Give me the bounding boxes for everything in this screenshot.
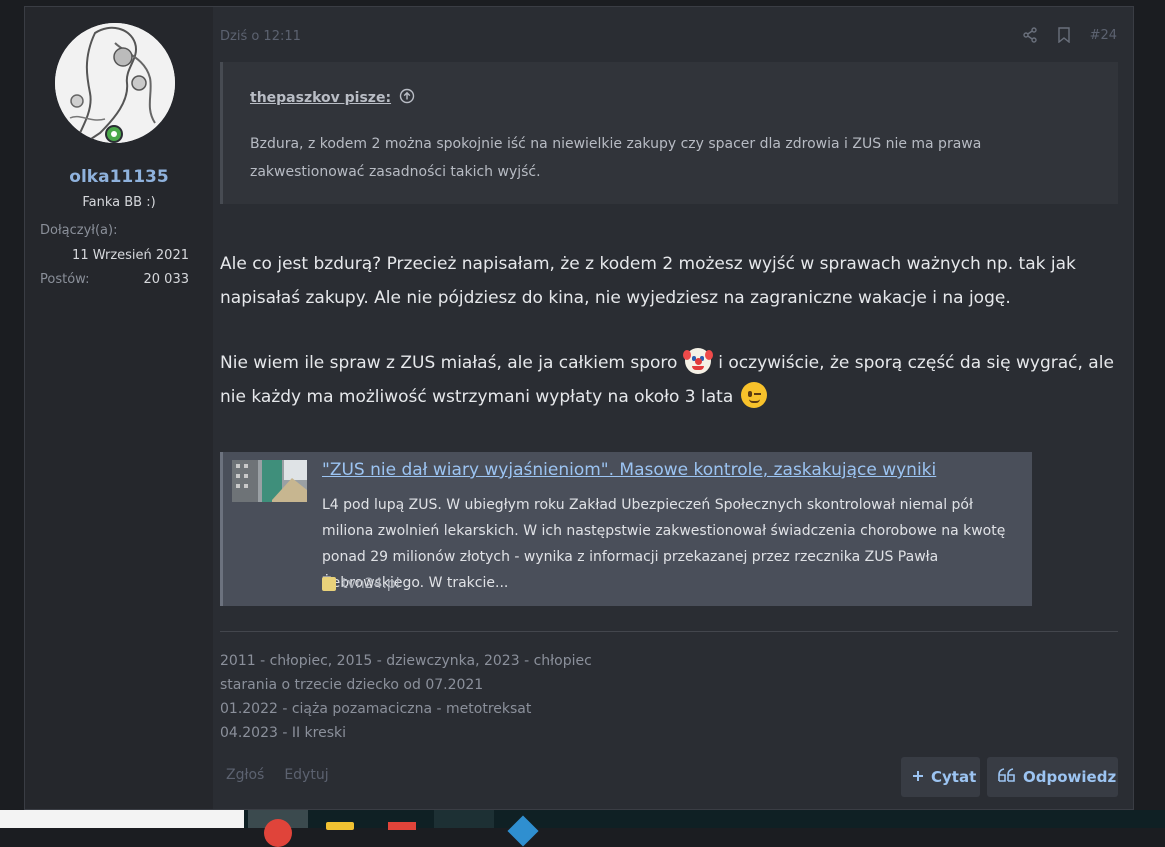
posts-value: 20 033 xyxy=(143,272,190,287)
forum-post: olka11135 Fanka BB :) Dołączył(a): 11 Wr… xyxy=(24,6,1134,810)
quote-button[interactable]: Cytat xyxy=(901,757,980,797)
signature-line: 01.2022 - ciąża pozamaciczna - metotreks… xyxy=(220,701,532,717)
online-status-icon xyxy=(105,125,123,143)
post-meta-actions: #24 xyxy=(1022,27,1117,43)
folder-icon[interactable] xyxy=(326,822,354,830)
signature: 2011 - chłopiec, 2015 - dziewczynka, 202… xyxy=(220,649,592,745)
link-source-text: tvn24.pl xyxy=(342,576,400,592)
post-footer-links: Zgłoś Edytuj xyxy=(226,767,329,783)
reply-button-label: Odpowiedz xyxy=(1023,768,1117,786)
joined-value: 11 Wrzesień 2021 xyxy=(72,248,189,263)
browser-icon[interactable] xyxy=(264,819,292,847)
user-title: Fanka BB :) xyxy=(82,195,156,210)
quote-author-link[interactable]: thepaszkov pisze: xyxy=(250,90,391,106)
quote-text: Bzdura, z kodem 2 można spokojnie iść na… xyxy=(250,136,982,180)
plus-icon xyxy=(912,768,924,786)
signature-line: 04.2023 - II kreski xyxy=(220,725,347,741)
message-text-a: Nie wiem ile spraw z ZUS miałaś, ale ja … xyxy=(220,353,678,373)
arrow-up-circle-icon[interactable] xyxy=(399,88,415,108)
wink-emoji-icon xyxy=(740,382,767,408)
link-preview-card[interactable]: "ZUS nie dał wiary wyjaśnieniom". Masowe… xyxy=(220,452,1032,606)
taskbar xyxy=(0,810,1165,847)
clown-emoji-icon xyxy=(682,348,713,374)
signature-line: 2011 - chłopiec, 2015 - dziewczynka, 202… xyxy=(220,653,592,669)
quote-header: thepaszkov pisze: xyxy=(250,88,1118,108)
posts-label: Postów: xyxy=(40,272,90,287)
joined-label: Dołączył(a): xyxy=(40,223,118,238)
bookmark-icon[interactable] xyxy=(1056,27,1072,43)
signature-line: starania o trzecie dziecko od 07.2021 xyxy=(220,677,484,693)
app-icon[interactable] xyxy=(507,815,539,847)
message-paragraph-2: Nie wiem ile spraw z ZUS miałaś, ale ja … xyxy=(220,346,1120,414)
signature-divider xyxy=(220,631,1118,632)
quote-block: thepaszkov pisze: Bzdura, z kodem 2 możn… xyxy=(220,62,1118,204)
taskbar-slot[interactable] xyxy=(434,810,494,828)
quote-marks-icon xyxy=(998,768,1016,786)
post-number-link[interactable]: #24 xyxy=(1090,28,1117,43)
message-body: Ale co jest bzdurą? Przecież napisałam, … xyxy=(220,247,1120,445)
link-preview-source: tvn24.pl xyxy=(322,576,400,592)
username-link[interactable]: olka11135 xyxy=(25,167,213,187)
report-link[interactable]: Zgłoś xyxy=(226,767,264,783)
favicon-icon xyxy=(322,577,336,591)
quote-button-label: Cytat xyxy=(931,768,977,786)
reply-button[interactable]: Odpowiedz xyxy=(987,757,1118,797)
post-date[interactable]: Dziś o 12:11 xyxy=(220,29,301,44)
user-info-column: olka11135 Fanka BB :) Dołączył(a): 11 Wr… xyxy=(25,7,213,809)
edit-link[interactable]: Edytuj xyxy=(284,767,328,783)
taskbar-search-area[interactable] xyxy=(0,810,244,828)
link-preview-description: L4 pod lupą ZUS. W ubiegłym roku Zakład … xyxy=(322,497,1006,591)
message-paragraph-1: Ale co jest bzdurą? Przecież napisałam, … xyxy=(220,254,1076,308)
link-thumbnail[interactable] xyxy=(232,460,307,502)
office-icon[interactable] xyxy=(388,822,416,830)
link-preview-title[interactable]: "ZUS nie dał wiary wyjaśnieniom". Masowe… xyxy=(322,460,936,480)
share-icon[interactable] xyxy=(1022,27,1038,43)
post-content: Dziś o 12:11 #24 thepaszkov pisze: Bzdur… xyxy=(220,7,1120,809)
